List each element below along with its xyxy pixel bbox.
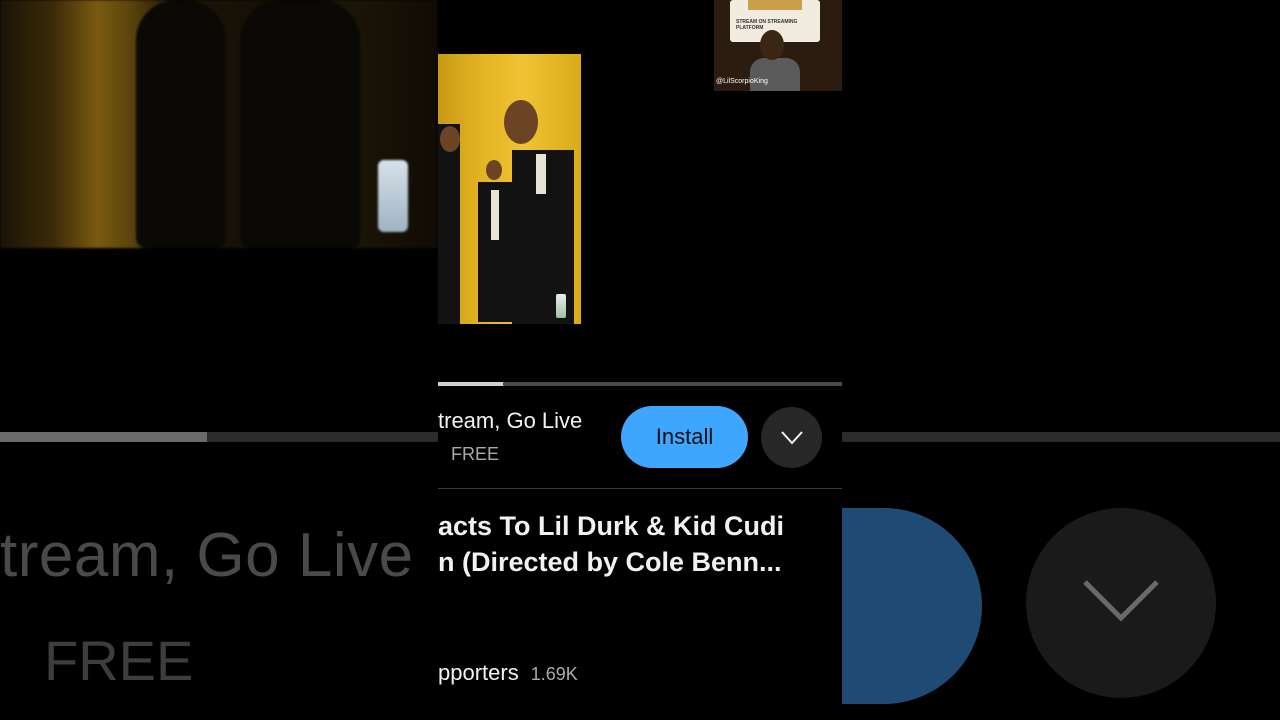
background-progress-fill	[0, 432, 207, 442]
phone-screen: STREAM ON STREAMING PLATFORM @LilScorpio…	[438, 0, 842, 720]
drink-bottle	[556, 294, 566, 318]
chevron-down-icon	[1083, 580, 1159, 622]
divider	[438, 488, 842, 489]
expand-ad-button[interactable]	[761, 407, 822, 468]
install-button[interactable]: Install	[621, 406, 748, 468]
webcam-slide-text: STREAM ON STREAMING PLATFORM	[736, 19, 798, 31]
background-ad-price: FREE	[44, 629, 194, 692]
channel-supporters[interactable]: pporters 1.69K	[438, 660, 578, 686]
video-title-line-2: n (Directed by Cole Benn...	[438, 547, 782, 577]
ad-price: FREE	[451, 444, 500, 464]
chevron-down-icon	[780, 430, 803, 444]
video-player[interactable]	[438, 54, 581, 324]
picture-in-picture-webcam: STREAM ON STREAMING PLATFORM @LilScorpio…	[714, 0, 842, 91]
video-title-line-1: acts To Lil Durk & Kid Cudi	[438, 511, 785, 541]
background-video-frame	[0, 0, 438, 248]
video-title[interactable]: acts To Lil Durk & Kid Cudi n (Directed …	[438, 508, 842, 580]
supporters-count: 1.69K	[530, 664, 578, 684]
video-progress-fill	[438, 382, 503, 386]
webcam-handle: @LilScorpioKing	[716, 78, 768, 85]
background-expand-button	[1026, 508, 1216, 698]
ad-title: tream, Go Live	[438, 408, 583, 433]
background-ad-title: tream, Go Live	[0, 521, 414, 590]
supporters-label: pporters	[438, 660, 519, 685]
